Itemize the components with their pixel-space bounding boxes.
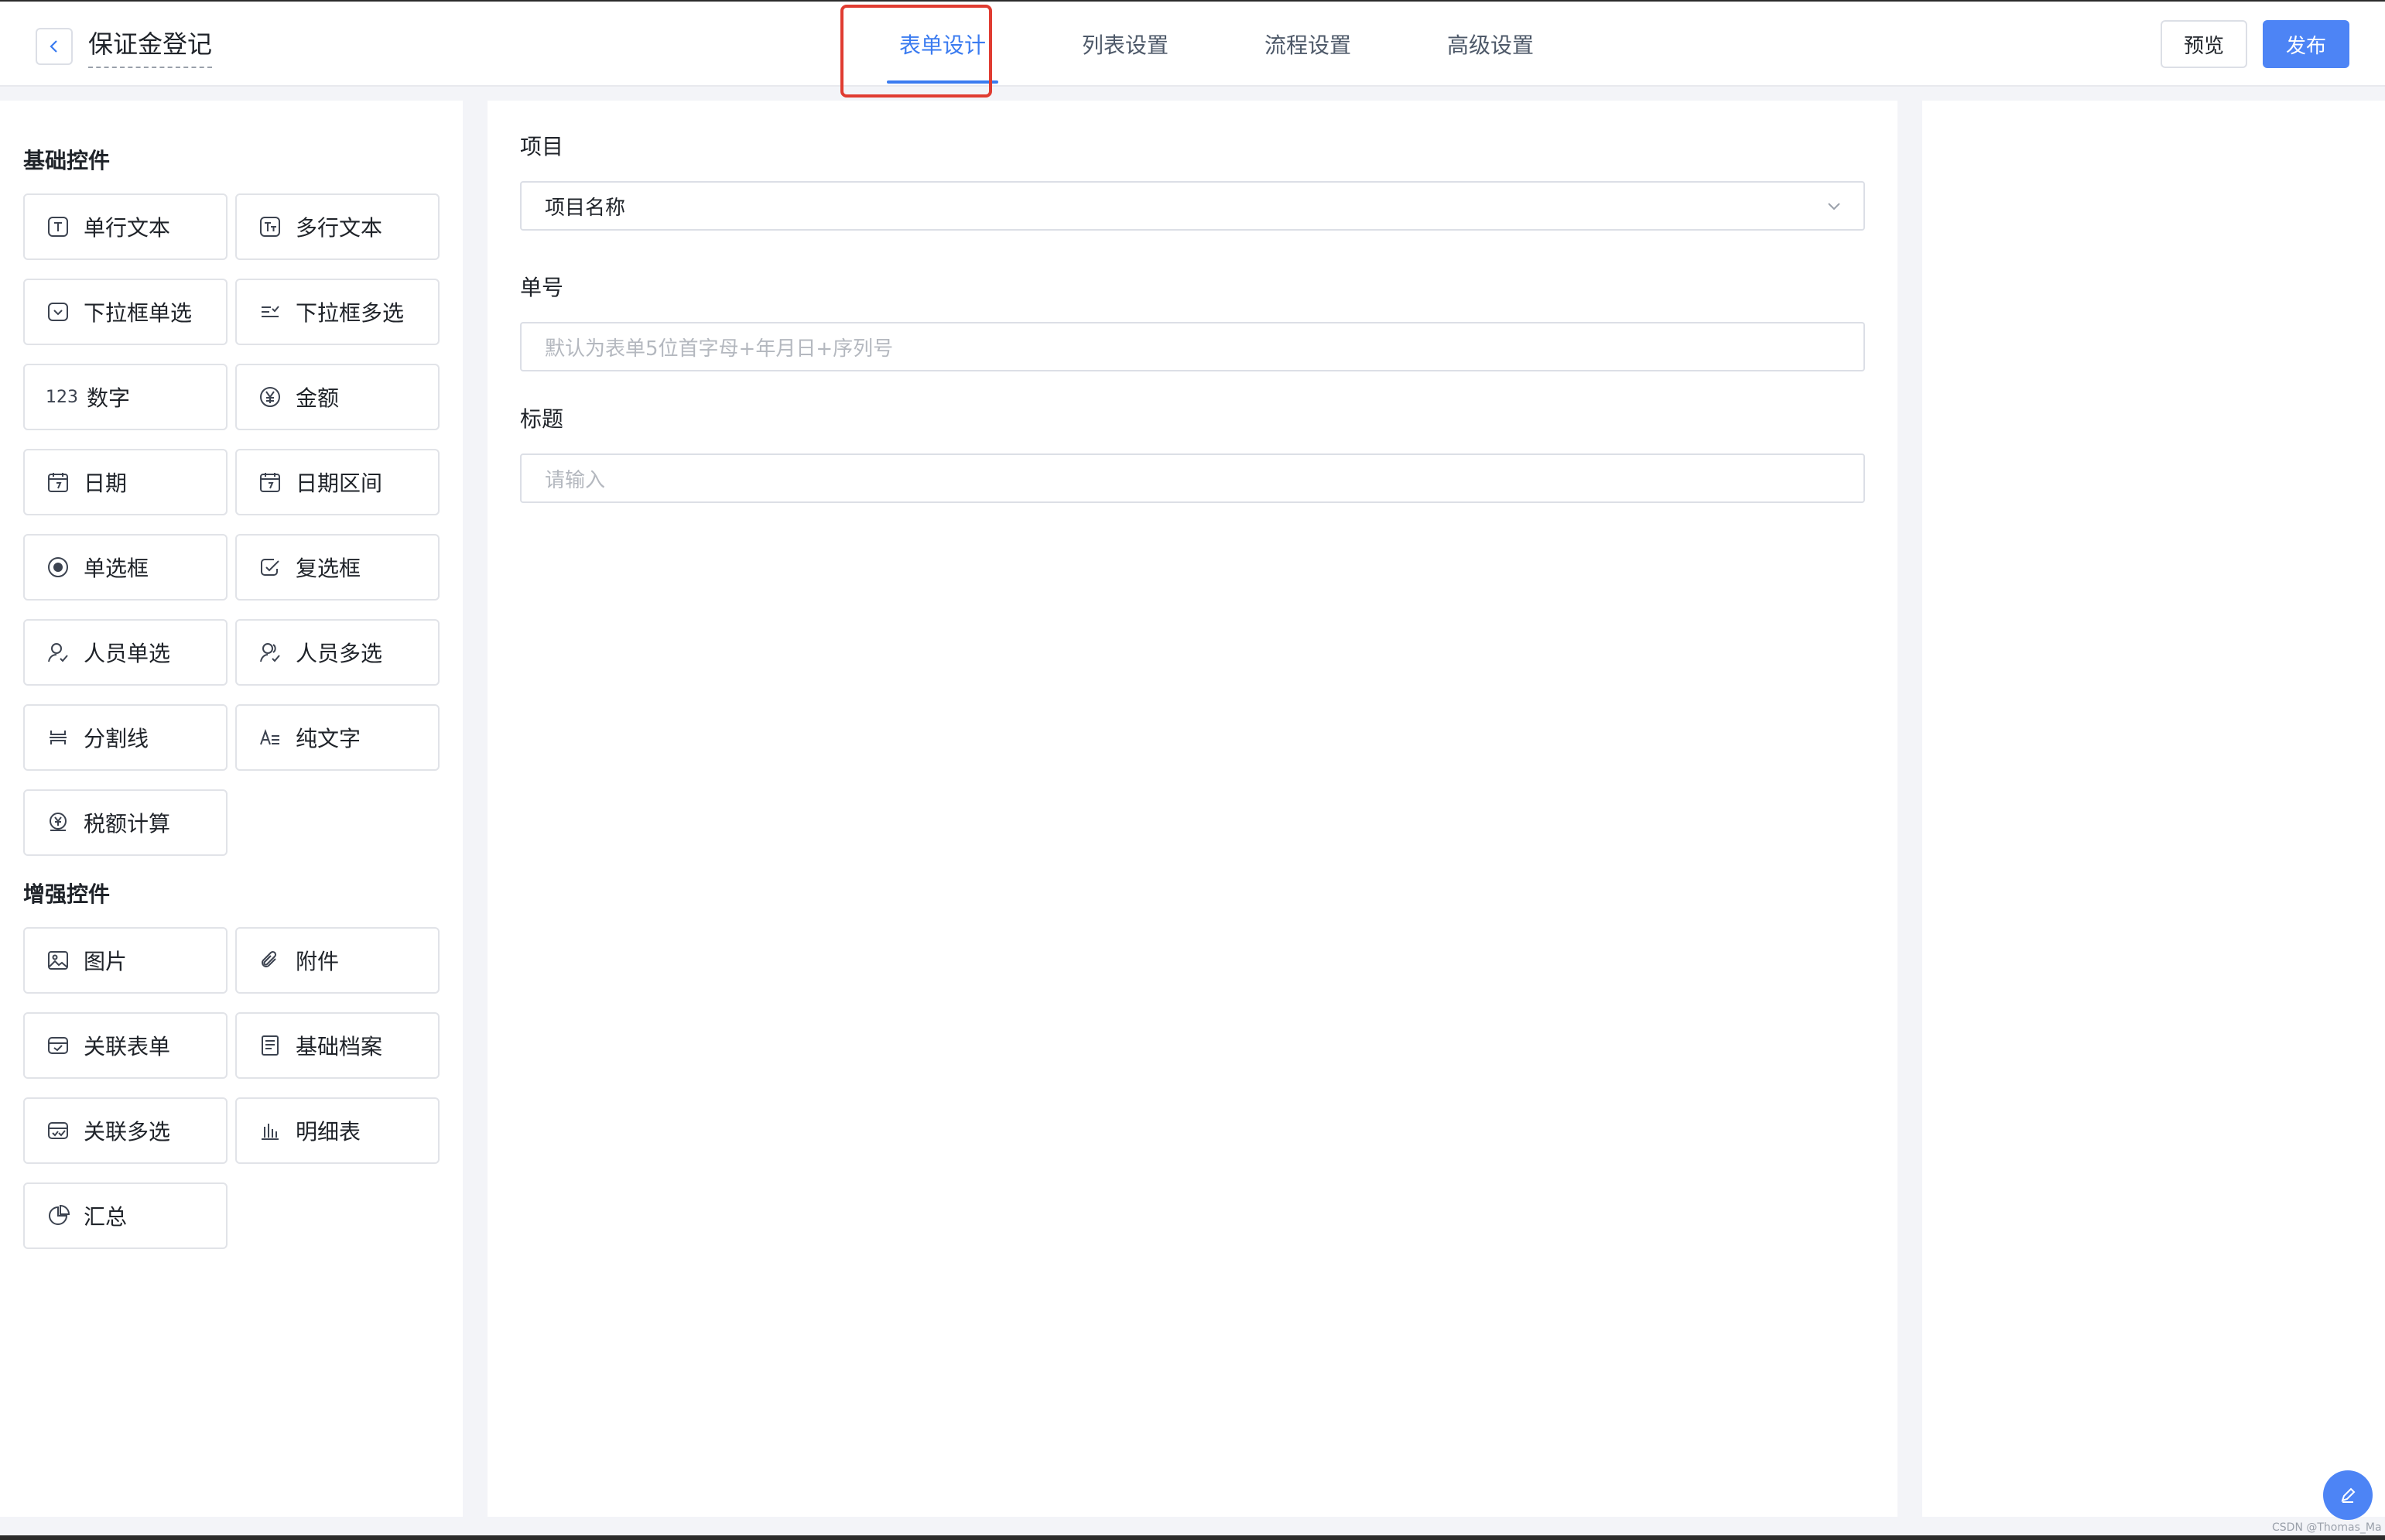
control-label: 数字 <box>87 385 131 411</box>
control-date-range[interactable]: 日期区间 <box>235 449 440 515</box>
control-user-multi[interactable]: 人员多选 <box>235 619 440 686</box>
control-plain-text[interactable]: 纯文字 <box>235 704 440 771</box>
multiline-text-icon <box>257 214 283 240</box>
control-label: 单选框 <box>84 556 149 581</box>
calendar-range-icon <box>257 469 283 495</box>
control-attachment[interactable]: 附件 <box>235 927 440 994</box>
control-amount[interactable]: 金额 <box>235 364 440 430</box>
tab-form-design[interactable]: 表单设计 <box>851 2 1034 87</box>
text-icon <box>45 214 71 240</box>
control-label: 下拉框单选 <box>84 300 193 326</box>
control-label: 纯文字 <box>296 726 361 751</box>
control-user-single[interactable]: 人员单选 <box>23 619 228 686</box>
control-dropdown-multi[interactable]: 下拉框多选 <box>235 279 440 345</box>
project-select[interactable]: 项目名称 <box>520 181 1865 231</box>
field-label-project: 项目 <box>520 134 564 159</box>
control-checkbox[interactable]: 复选框 <box>235 534 440 601</box>
title-input[interactable]: 请输入 <box>520 453 1865 503</box>
enhanced-controls-title: 增强控件 <box>23 881 111 907</box>
control-label: 附件 <box>296 949 340 974</box>
paperclip-icon <box>257 947 283 974</box>
pie-icon <box>45 1203 71 1229</box>
preview-button[interactable]: 预览 <box>2161 20 2247 68</box>
control-label: 分割线 <box>84 726 149 751</box>
control-label: 下拉框多选 <box>296 300 405 326</box>
chevron-left-icon <box>50 40 57 53</box>
number-icon: 123 <box>46 387 78 407</box>
control-label: 税额计算 <box>84 811 171 837</box>
user-icon <box>45 639 71 666</box>
archive-icon <box>257 1032 283 1059</box>
control-palette: 基础控件 单行文本 多行文本 下拉框单选 下拉框多选 123 数字 金额 日期 … <box>0 101 463 1517</box>
calendar-icon <box>45 469 71 495</box>
control-label: 人员单选 <box>84 641 171 666</box>
control-label: 人员多选 <box>296 641 383 666</box>
control-label: 金额 <box>296 385 340 411</box>
multi-dropdown-icon <box>257 299 283 325</box>
properties-panel <box>1922 101 2385 1517</box>
control-linked-form[interactable]: 关联表单 <box>23 1012 228 1079</box>
control-label: 明细表 <box>296 1119 361 1145</box>
control-label: 汇总 <box>84 1204 128 1230</box>
control-divider[interactable]: 分割线 <box>23 704 228 771</box>
control-label: 基础档案 <box>296 1034 383 1059</box>
number-input[interactable]: 默认为表单5位首字母+年月日+序列号 <box>520 322 1865 371</box>
plain-text-icon <box>257 724 283 751</box>
top-bar: 保证金登记 表单设计 列表设置 流程设置 高级设置 预览 发布 <box>0 0 2385 87</box>
control-multi-line-text[interactable]: 多行文本 <box>235 193 440 260</box>
page-title[interactable]: 保证金登记 <box>88 25 213 68</box>
radio-icon <box>45 554 71 580</box>
tab-list-settings[interactable]: 列表设置 <box>1034 2 1216 87</box>
publish-button[interactable]: 发布 <box>2263 20 2349 68</box>
tab-flow-settings[interactable]: 流程设置 <box>1216 2 1399 87</box>
bar-chart-icon <box>257 1117 283 1144</box>
floating-edit-button[interactable] <box>2323 1470 2373 1520</box>
control-label: 关联多选 <box>84 1119 171 1145</box>
back-button[interactable] <box>36 28 73 65</box>
title-input-placeholder: 请输入 <box>545 468 606 492</box>
tax-icon <box>45 809 71 836</box>
tab-advanced-settings[interactable]: 高级设置 <box>1399 2 1582 87</box>
control-label: 关联表单 <box>84 1034 171 1059</box>
field-label-title: 标题 <box>520 406 564 432</box>
control-label: 多行文本 <box>296 215 383 241</box>
chevron-down-icon <box>1828 203 1840 210</box>
control-label: 图片 <box>84 949 128 974</box>
users-icon <box>257 639 283 666</box>
control-tax-calculation[interactable]: 税额计算 <box>23 789 228 856</box>
control-number[interactable]: 123 数字 <box>23 364 228 430</box>
linked-multi-icon <box>45 1117 71 1144</box>
basic-controls-title: 基础控件 <box>23 148 111 173</box>
yen-icon <box>257 384 283 410</box>
pen-icon <box>2341 1487 2356 1503</box>
control-image[interactable]: 图片 <box>23 927 228 994</box>
bottom-border <box>0 1535 2385 1540</box>
linked-form-icon <box>45 1032 71 1059</box>
tab-bar: 表单设计 列表设置 流程设置 高级设置 <box>851 2 1582 87</box>
image-icon <box>45 947 71 974</box>
field-label-number: 单号 <box>520 275 564 300</box>
control-label: 日期 <box>84 471 128 496</box>
control-summary[interactable]: 汇总 <box>23 1182 228 1249</box>
control-dropdown-single[interactable]: 下拉框单选 <box>23 279 228 345</box>
control-label: 单行文本 <box>84 215 171 241</box>
control-radio[interactable]: 单选框 <box>23 534 228 601</box>
form-canvas: 项目 项目名称 单号 默认为表单5位首字母+年月日+序列号 标题 请输入 <box>488 101 1897 1517</box>
control-label: 日期区间 <box>296 471 383 496</box>
control-detail-table[interactable]: 明细表 <box>235 1097 440 1164</box>
control-date[interactable]: 日期 <box>23 449 228 515</box>
number-input-placeholder: 默认为表单5位首字母+年月日+序列号 <box>545 337 894 361</box>
checkbox-icon <box>257 554 283 580</box>
watermark: CSDN @Thomas_Ma <box>2272 1521 2382 1534</box>
control-single-line-text[interactable]: 单行文本 <box>23 193 228 260</box>
control-linked-multi[interactable]: 关联多选 <box>23 1097 228 1164</box>
control-base-archive[interactable]: 基础档案 <box>235 1012 440 1079</box>
project-select-value: 项目名称 <box>545 196 626 220</box>
control-label: 复选框 <box>296 556 361 581</box>
divider-icon <box>45 724 71 751</box>
dropdown-icon <box>45 299 71 325</box>
